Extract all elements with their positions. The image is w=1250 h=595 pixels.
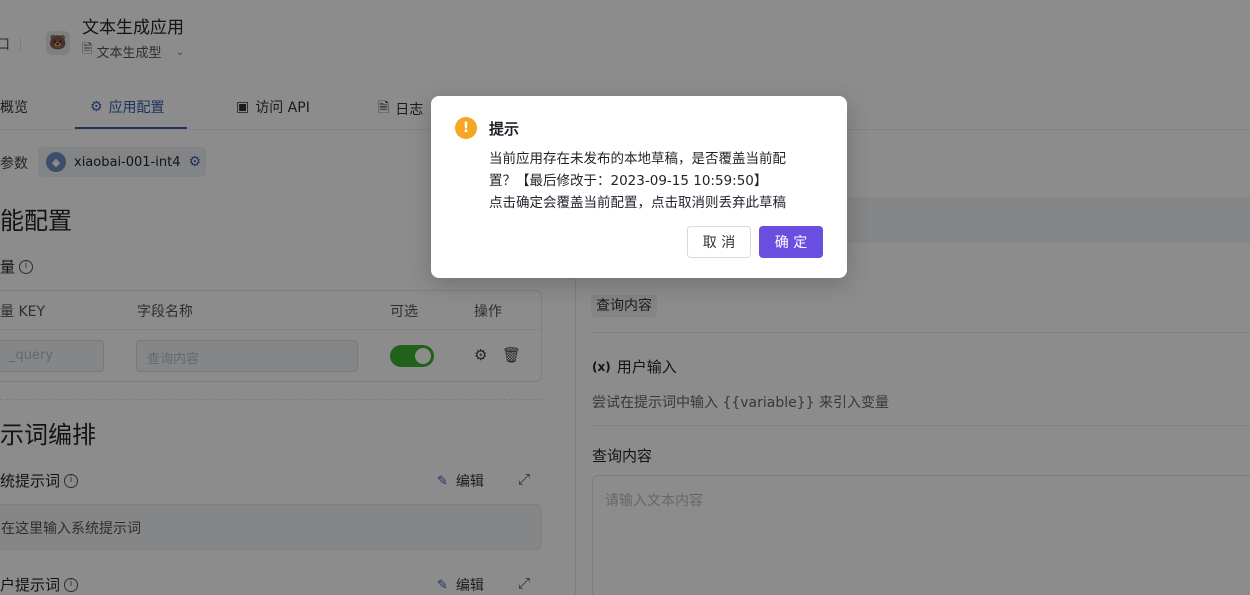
dialog-line-1: 当前应用存在未发布的本地草稿，是否覆盖当前配	[489, 151, 786, 167]
dialog-message: 当前应用存在未发布的本地草稿，是否覆盖当前配 置？【最后修改于：2023-09-…	[489, 148, 819, 214]
draft-confirm-dialog: ! 提示 当前应用存在未发布的本地草稿，是否覆盖当前配 置？【最后修改于：202…	[431, 96, 847, 278]
dialog-line-2: 置？【最后修改于：2023-09-15 10:59:50】	[489, 173, 768, 189]
cancel-button[interactable]: 取 消	[687, 226, 751, 258]
confirm-button[interactable]: 确 定	[759, 226, 823, 258]
warning-icon: !	[455, 117, 477, 139]
dialog-line-3: 点击确定会覆盖当前配置，点击取消则丢弃此草稿	[489, 195, 786, 211]
dialog-title: 提示	[489, 120, 520, 138]
modal-mask[interactable]	[0, 0, 1250, 595]
app-config-page: 口 🐻 文本生成应用 🗎 文本生成型 ⌄ 概览 ⚙ 应用配置 ▣ 访问 API …	[0, 0, 1250, 595]
